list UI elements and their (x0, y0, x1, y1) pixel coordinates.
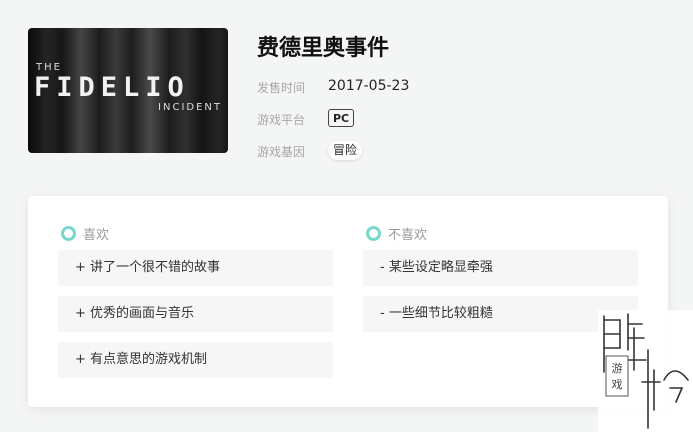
like-item: + 优秀的画面与音乐 (58, 296, 333, 332)
genre-tag[interactable]: 冒险 (328, 141, 363, 160)
game-cover-image[interactable]: THE FIDELIO INCIDENT (28, 28, 228, 153)
ring-icon (61, 225, 76, 241)
genre-label: 游戏基因 (257, 145, 306, 159)
dislikes-header: 不喜欢 (366, 224, 428, 243)
like-item: + 讲了一个很不错的故事 (58, 250, 333, 286)
dislike-item: - 一些细节比较粗糙 (363, 296, 638, 332)
likes-label: 喜欢 (83, 227, 110, 243)
cover-text-subtitle: INCIDENT (158, 102, 222, 113)
dislikes-label: 不喜欢 (388, 227, 428, 243)
watermark-subtext-2: 戏 (612, 378, 623, 391)
dislike-item: - 某些设定略显牵强 (363, 250, 638, 286)
game-title: 费德里奥事件 (257, 36, 390, 61)
watermark-subtext-1: 游 (612, 362, 623, 375)
platform-label: 游戏平台 (257, 113, 306, 127)
release-date-value: 2017-05-23 (328, 78, 410, 94)
watermark-logo-icon: 游 戏 (603, 313, 689, 429)
ring-icon (366, 225, 381, 241)
platform-badge[interactable]: PC (328, 109, 355, 127)
like-item: + 有点意思的游戏机制 (58, 342, 333, 378)
site-watermark-logo: 游 戏 (598, 310, 693, 432)
cover-text-title: FIDELIO (34, 72, 190, 103)
likes-header: 喜欢 (61, 224, 110, 243)
release-date-label: 发售时间 (257, 81, 306, 95)
